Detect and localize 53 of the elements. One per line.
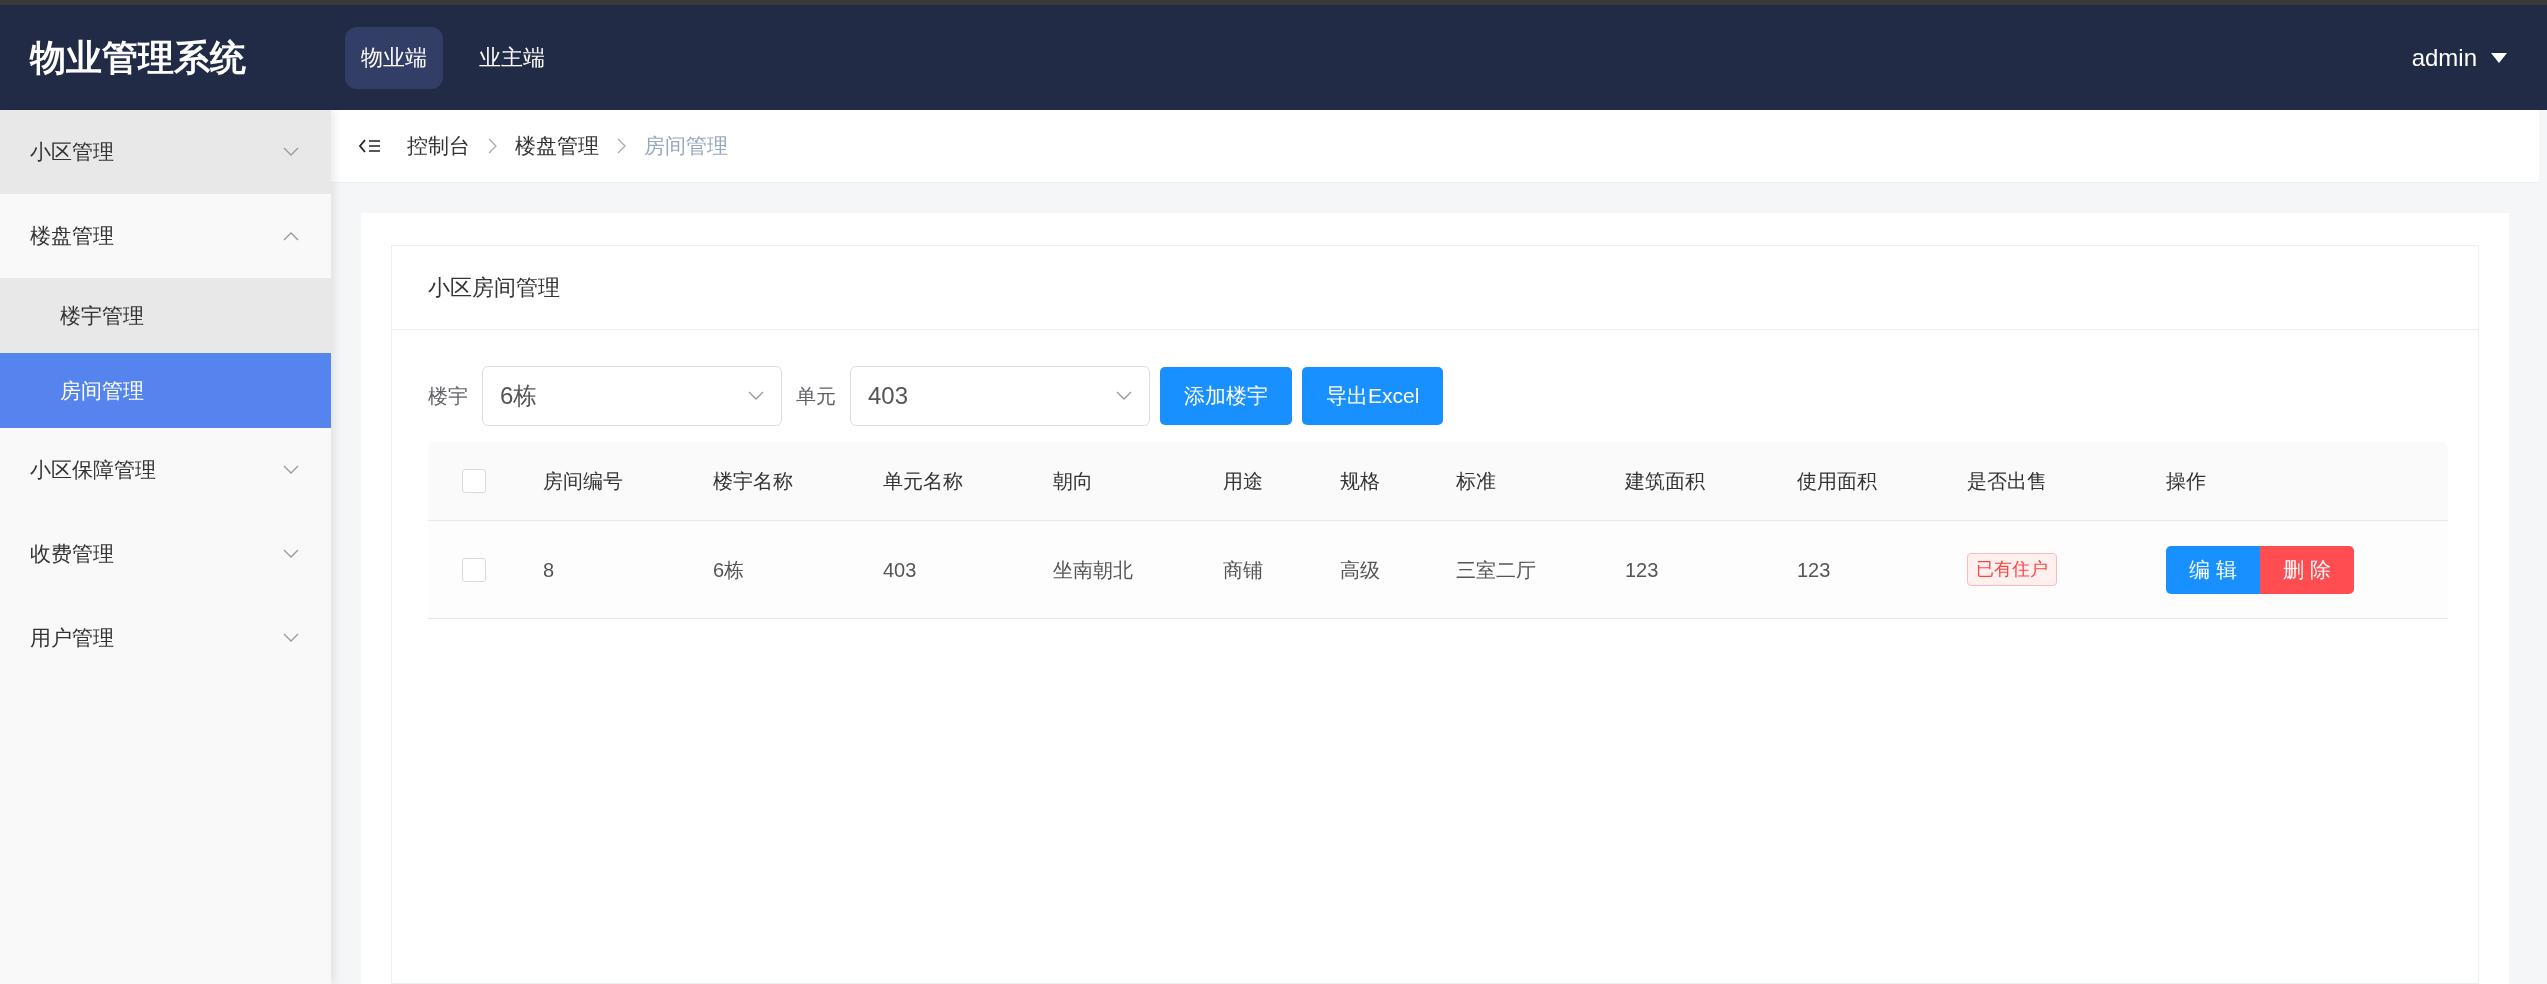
user-menu[interactable]: admin	[2411, 39, 2507, 76]
breadcrumb-item[interactable]: 控制台	[407, 130, 470, 162]
chevron-down-icon	[283, 633, 299, 643]
column-header: 单元名称	[883, 469, 964, 494]
column-header: 使用面积	[1797, 469, 1878, 494]
column-header: 建筑面积	[1625, 469, 1706, 494]
chevron-right-icon	[488, 138, 497, 154]
chevron-right-icon	[617, 138, 626, 154]
chevron-down-icon	[283, 465, 299, 475]
select-field[interactable]: 6栋	[482, 366, 782, 426]
caret-down-icon	[2491, 52, 2507, 63]
column-header: 是否出售	[1967, 469, 2048, 494]
column-header: 操作	[2166, 469, 2207, 494]
sidebar-item[interactable]: 收费管理	[0, 512, 331, 596]
table-cell-text: 123	[1625, 557, 1660, 583]
table-cell-text: 坐南朝北	[1053, 557, 1134, 583]
nav-tab[interactable]: 业主端	[463, 26, 561, 89]
table-cell-text: 403	[883, 557, 918, 583]
chevron-down-icon	[283, 147, 299, 157]
table-cell-text: 商铺	[1223, 557, 1264, 583]
chevron-up-icon	[283, 231, 299, 241]
sidebar-subitem[interactable]: 楼宇管理	[0, 278, 331, 353]
column-header: 房间编号	[543, 469, 624, 494]
table-cell-text: 8	[543, 557, 556, 583]
breadcrumb-item[interactable]: 楼盘管理	[515, 130, 599, 162]
sidebar-item[interactable]: 小区管理	[0, 110, 331, 194]
sidebar-item[interactable]: 用户管理	[0, 596, 331, 680]
table-cell-text: 高级	[1340, 557, 1381, 583]
sidebar-item[interactable]: 小区保障管理	[0, 428, 331, 512]
column-header: 朝向	[1053, 469, 1094, 494]
column-header: 规格	[1340, 469, 1381, 494]
table-cell-text: 6栋	[713, 557, 746, 583]
checkbox[interactable]	[462, 469, 486, 493]
status-tag: 已有住户	[1967, 553, 2057, 586]
sidebar-subitem[interactable]: 房间管理	[0, 353, 331, 428]
nav-tab[interactable]: 物业端	[345, 26, 443, 89]
checkbox[interactable]	[462, 557, 486, 582]
sidebar-item[interactable]: 楼盘管理	[0, 194, 331, 278]
chevron-down-icon	[748, 391, 764, 401]
filter-label: 单元	[796, 384, 836, 409]
table-cell-text: 123	[1797, 557, 1832, 583]
breadcrumb-item: 房间管理	[644, 133, 728, 160]
column-header: 楼宇名称	[713, 469, 794, 494]
column-header: 标准	[1456, 469, 1497, 494]
card-title: 小区房间管理	[428, 274, 560, 302]
app-title: 物业管理系统	[30, 35, 247, 80]
column-header: 用途	[1223, 469, 1264, 494]
collapse-menu-icon[interactable]	[359, 138, 381, 154]
table-cell-text: 三室二厅	[1456, 557, 1537, 583]
chevron-down-icon	[1116, 391, 1132, 401]
select-field[interactable]: 403	[850, 366, 1150, 426]
filter-label: 楼宇	[428, 384, 468, 409]
chevron-down-icon	[283, 549, 299, 559]
